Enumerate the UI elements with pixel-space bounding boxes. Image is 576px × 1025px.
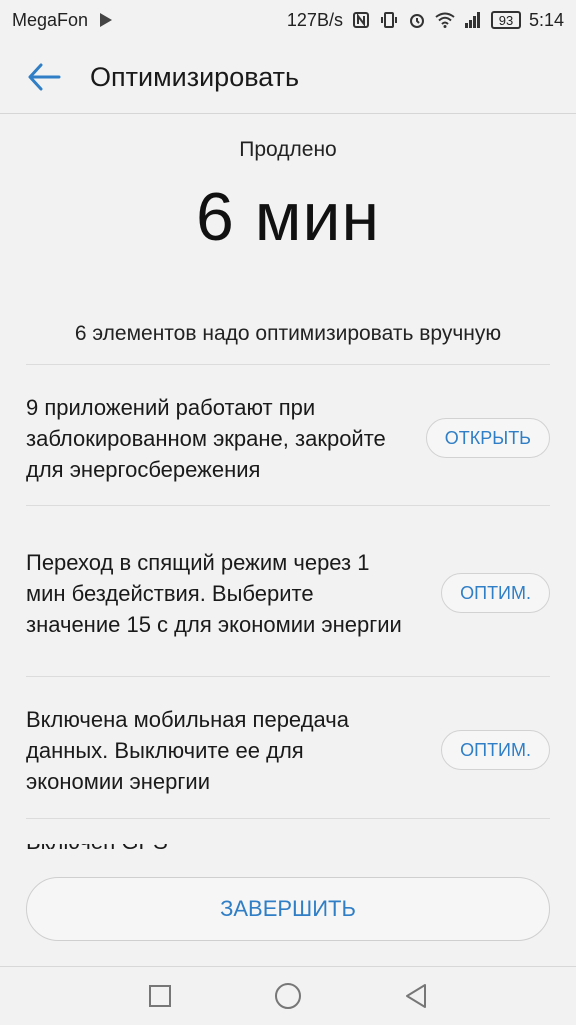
wifi-icon bbox=[435, 10, 455, 30]
divider bbox=[26, 364, 550, 365]
optimize-button[interactable]: ОПТИМ. bbox=[441, 573, 550, 613]
back-button[interactable] bbox=[12, 45, 76, 109]
list-item-sleep-mode: Переход в спящий режим через 1 мин безде… bbox=[26, 531, 550, 655]
open-button[interactable]: ОТКРЫТЬ bbox=[425, 418, 550, 458]
home-icon bbox=[275, 983, 301, 1009]
divider bbox=[26, 505, 550, 506]
item-description: Включена мобильная передача данных. Выкл… bbox=[26, 706, 349, 794]
clock: 5:14 bbox=[528, 9, 564, 30]
net-speed: 127B/s bbox=[286, 9, 343, 30]
app-header: Оптимизировать bbox=[0, 40, 576, 114]
status-right: 127B/s 93 5:14 bbox=[287, 10, 564, 31]
page-title: Оптимизировать bbox=[90, 61, 300, 92]
list-item-background-apps: 9 приложений работают при заблокированно… bbox=[26, 390, 550, 486]
item-description: 9 приложений работают при заблокированно… bbox=[26, 394, 386, 482]
extended-label: Продлено bbox=[239, 138, 337, 161]
header-divider bbox=[0, 113, 576, 114]
play-store-icon bbox=[96, 10, 116, 30]
optimize-button[interactable]: ОПТИМ. bbox=[441, 730, 550, 770]
finish-button[interactable]: ЗАВЕРШИТЬ bbox=[26, 877, 550, 941]
divider bbox=[26, 818, 550, 819]
manual-optimize-note: 6 элементов надо оптимизировать вручную bbox=[74, 322, 502, 345]
recent-apps-button[interactable] bbox=[140, 976, 180, 1016]
status-bar: MegaFon 127B/s 93 5:14 bbox=[0, 0, 576, 40]
recent-apps-icon bbox=[149, 985, 171, 1007]
battery-icon: 93 bbox=[490, 11, 521, 29]
arrow-left-icon bbox=[28, 63, 61, 91]
divider bbox=[26, 676, 550, 677]
carrier-name: MegaFon bbox=[12, 9, 89, 30]
back-nav-button[interactable] bbox=[396, 976, 436, 1016]
list-item-mobile-data: Включена мобильная передача данных. Выкл… bbox=[26, 702, 550, 798]
status-left: MegaFon bbox=[12, 10, 116, 31]
system-nav-bar bbox=[0, 966, 576, 1025]
signal-icon bbox=[463, 10, 483, 30]
alarm-icon bbox=[407, 10, 427, 30]
vibrate-icon bbox=[379, 10, 399, 30]
extended-time-value: 6 мин bbox=[196, 179, 380, 255]
item-description: Включен GPS bbox=[26, 844, 326, 854]
back-icon bbox=[406, 984, 426, 1008]
home-button[interactable] bbox=[268, 976, 308, 1016]
item-description: Переход в спящий режим через 1 мин безде… bbox=[26, 549, 402, 637]
list-item-partial: Включен GPS bbox=[26, 844, 326, 854]
nfc-icon bbox=[351, 10, 371, 30]
